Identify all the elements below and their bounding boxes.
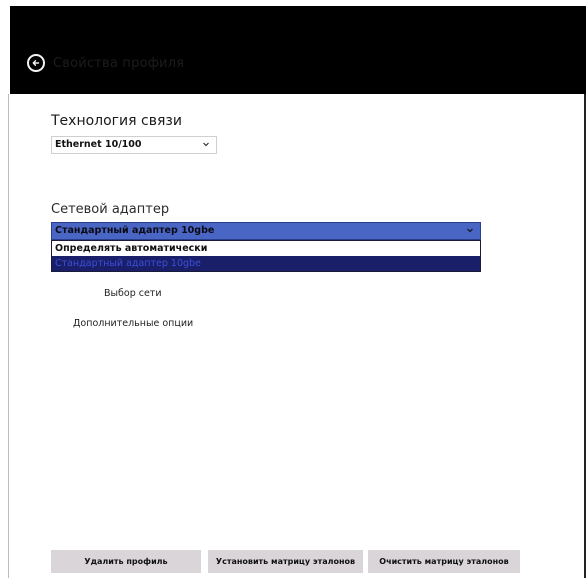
adapter-label: Сетевой адаптер <box>51 202 170 217</box>
back-button[interactable] <box>27 54 45 72</box>
chevron-down-icon <box>467 228 473 233</box>
header-bar: Свойства профиля <box>10 6 586 94</box>
adapter-select-value: Стандартный адаптер 10gbe <box>55 225 215 236</box>
clear-matrix-button[interactable]: Очистить матрицу эталонов <box>368 550 520 573</box>
chevron-down-icon <box>203 142 209 147</box>
adapter-dropdown-list: Определять автоматически Стандартный ада… <box>51 240 481 272</box>
delete-profile-button[interactable]: Удалить профиль <box>51 550 201 573</box>
adapter-select[interactable]: Стандартный адаптер 10gbe <box>51 222 481 240</box>
adapter-option-auto[interactable]: Определять автоматически <box>52 241 480 256</box>
set-matrix-button[interactable]: Установить матрицу эталонов <box>208 550 363 573</box>
adapter-option-standard[interactable]: Стандартный адаптер 10gbe <box>52 256 480 271</box>
profile-settings-page: Свойства профиля Технология связи Ethern… <box>0 0 586 578</box>
advanced-options-link[interactable]: Дополнительные опции <box>73 318 193 329</box>
technology-select[interactable]: Ethernet 10/100 <box>51 136 217 154</box>
technology-select-value: Ethernet 10/100 <box>55 139 142 150</box>
arrow-left-icon <box>32 60 40 66</box>
window-border-left <box>8 94 9 578</box>
network-select-link[interactable]: Выбор сети <box>104 288 162 299</box>
technology-label: Технология связи <box>51 113 182 129</box>
page-title: Свойства профиля <box>53 56 185 71</box>
